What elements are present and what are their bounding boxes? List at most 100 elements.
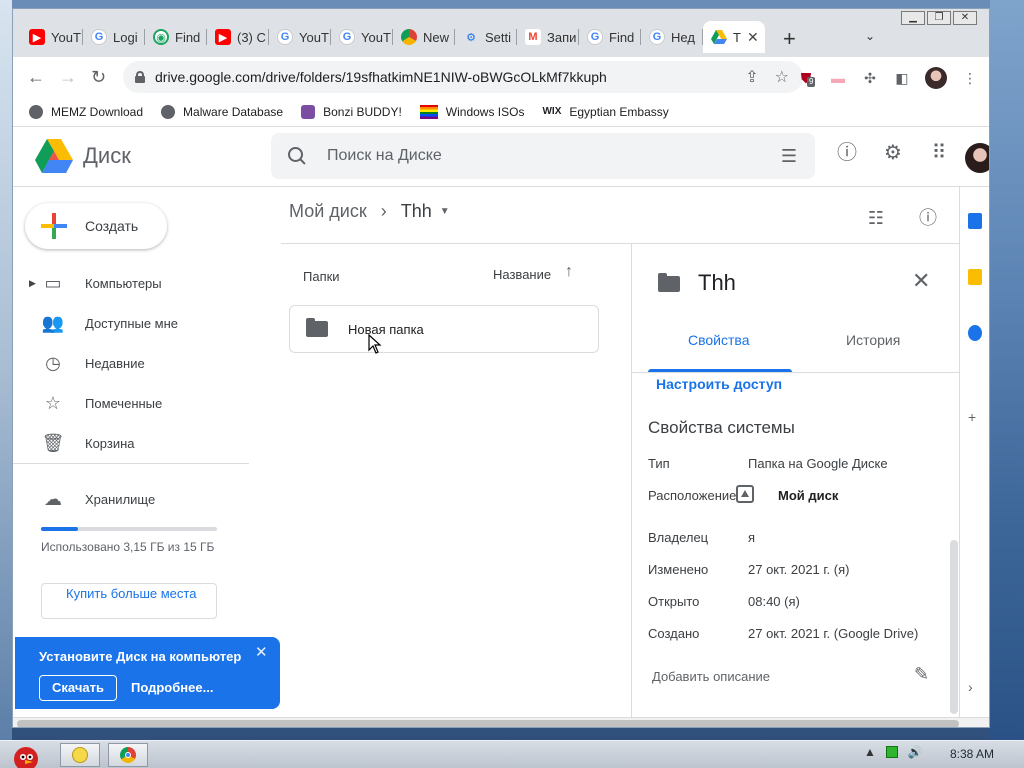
search-icon[interactable] [287,146,307,166]
scrollbar-thumb[interactable] [17,720,959,727]
tab-drive-active[interactable]: Т ✕ [703,21,765,53]
back-arrow-icon[interactable]: ← [27,67,45,88]
taskbar-app-chrome[interactable] [108,743,148,767]
angry-bird-start-icon[interactable] [6,741,46,768]
desktop-background-left [0,0,12,740]
system-properties-heading: Свойства системы [648,418,795,437]
gear-icon[interactable]: ⚙ [881,141,905,165]
horizontal-scrollbar[interactable] [13,717,989,727]
tab-settings[interactable]: ⚙ Setti [455,21,517,53]
reload-icon[interactable]: ↻ [91,67,106,88]
folder-icon [658,273,680,292]
tab-google-ned[interactable]: G Нед [641,21,703,53]
drive-logo-icon[interactable] [35,139,73,173]
pride-extension-icon[interactable]: ▬ [829,69,847,87]
pencil-edit-icon[interactable]: ✎ [914,664,929,685]
tab-find-1[interactable]: ◉ Find [145,21,207,53]
add-addon-icon[interactable]: + [968,409,982,425]
tab-youtube-1[interactable]: ▶ YouT [21,21,83,53]
tabs-divider [632,372,960,373]
close-icon[interactable]: ✕ [255,643,268,661]
tab-gmail[interactable]: M Запи [517,21,579,53]
ublock-extension-icon[interactable]: ⛊ 9 [797,69,816,87]
details-panel: Thh ✕ Свойства История Настроить доступ … [631,244,960,718]
tray-expand-icon[interactable]: ▲ [864,745,876,759]
sidebar-item-shared[interactable]: 👥 Доступные мне [13,303,253,343]
gmail-icon: M [525,29,541,45]
google-icon: G [277,29,293,45]
tab-search-chevron-icon[interactable]: ⌄ [865,29,875,43]
sort-ascending-arrow-icon[interactable]: ↑ [565,263,573,281]
bookmark-memz[interactable]: MEMZ Download [29,104,143,119]
create-button[interactable]: Создать [25,203,167,249]
maximize-button[interactable]: ❐ [927,11,951,25]
close-tab-icon[interactable]: ✕ [747,29,759,46]
tab-google-login[interactable]: G Logi [83,21,145,53]
download-button[interactable]: Скачать [39,675,117,701]
puzzle-extensions-icon[interactable]: ✣ [861,69,879,87]
forward-arrow-icon[interactable]: → [59,67,77,88]
tab-find-2[interactable]: G Find [579,21,641,53]
folder-name: Новая папка [348,321,424,337]
expand-caret-icon[interactable]: ▶ [29,278,36,289]
browser-toolbar: ← → ↻ drive.google.com/drive/folders/19s… [13,57,989,97]
sidebar-item-starred[interactable]: ☆ Помеченные [13,383,253,423]
bookmark-star-icon[interactable]: ☆ [775,67,789,87]
search-options-icon[interactable]: ☰ [781,146,797,167]
folder-item[interactable]: Новая папка [289,305,599,353]
new-tab-button[interactable]: + [783,26,796,52]
collapse-panel-icon[interactable]: › [968,679,982,695]
plus-icon [41,213,67,239]
lock-icon[interactable] [135,71,145,83]
sort-by-name-button[interactable]: Название [493,267,551,282]
bookmark-egyptian-embassy[interactable]: WIX Egyptian Embassy [542,105,668,119]
info-icon[interactable]: ⓘ [917,207,939,229]
account-avatar[interactable] [965,143,989,173]
tab-google-youtube-1[interactable]: G YouT [269,21,331,53]
chrome-menu-icon[interactable]: ⋮ [961,69,979,87]
browser-window: ▁ ❐ ✕ ▶ YouT G Logi ◉ Find ▶ (3) C G YouT G Yo… [12,8,990,728]
add-description-field[interactable]: Добавить описание [652,669,770,684]
folder-menu-dropdown-icon[interactable]: ▼ [440,206,450,217]
breadcrumb-my-drive[interactable]: Мой диск [289,201,367,222]
drive-search-box[interactable]: Поиск на Диске ☰ [271,133,815,179]
network-status-icon[interactable] [885,746,898,758]
tab-properties[interactable]: Свойства [688,332,749,348]
minimize-button[interactable]: ▁ [901,11,925,25]
bookmark-malware-database[interactable]: Malware Database [161,104,283,119]
keep-icon[interactable] [968,269,982,285]
url-text: drive.google.com/drive/folders/19sfhatki… [155,69,607,85]
profile-avatar[interactable] [925,67,947,89]
share-icon[interactable]: ⇪ [745,67,758,87]
calendar-icon[interactable] [968,213,982,229]
close-window-button[interactable]: ✕ [953,11,977,25]
header-actions: ⓘ ⚙ ⠿ [835,141,951,165]
address-bar[interactable]: drive.google.com/drive/folders/19sfhatki… [123,61,803,93]
tab-google-youtube-2[interactable]: G YouT [331,21,393,53]
bookmark-windows-isos[interactable]: Windows ISOs [419,104,524,119]
breadcrumb-current-folder[interactable]: Thh [401,201,432,222]
buy-storage-button[interactable]: Купить больше места [41,583,217,619]
tab-new-tab[interactable]: New [393,21,455,53]
side-panel-icon[interactable]: ◧ [893,69,911,87]
details-scrollbar[interactable] [950,540,958,714]
sidebar-item-recent[interactable]: ◷ Недавние [13,343,253,383]
manage-access-link[interactable]: Настроить доступ [656,376,782,392]
help-icon[interactable]: ⓘ [835,141,859,165]
list-view-icon[interactable]: ☷ [865,207,887,229]
details-title: Thh [698,270,736,295]
sidebar-item-trash[interactable]: 🗑 Корзина [13,423,253,463]
apps-grid-icon[interactable]: ⠿ [927,141,951,165]
sidebar-item-storage[interactable]: ☁ Хранилище [13,479,253,519]
bookmark-bonzi-buddy[interactable]: Bonzi BUDDY! [301,104,402,119]
location-link[interactable]: Мой диск [778,488,838,503]
taskbar-app-paint[interactable] [60,743,100,767]
learn-more-link[interactable]: Подробнее... [131,680,213,695]
sidebar-item-computers[interactable]: ▶ ▭ Компьютеры [13,263,253,303]
close-details-icon[interactable]: ✕ [912,268,930,294]
tab-youtube-2[interactable]: ▶ (3) C [207,21,269,53]
volume-icon[interactable]: 🔊 [908,745,923,759]
tab-history[interactable]: История [846,332,900,348]
tasks-icon[interactable] [968,325,982,341]
taskbar-clock[interactable]: 8:38 AM [950,747,994,761]
